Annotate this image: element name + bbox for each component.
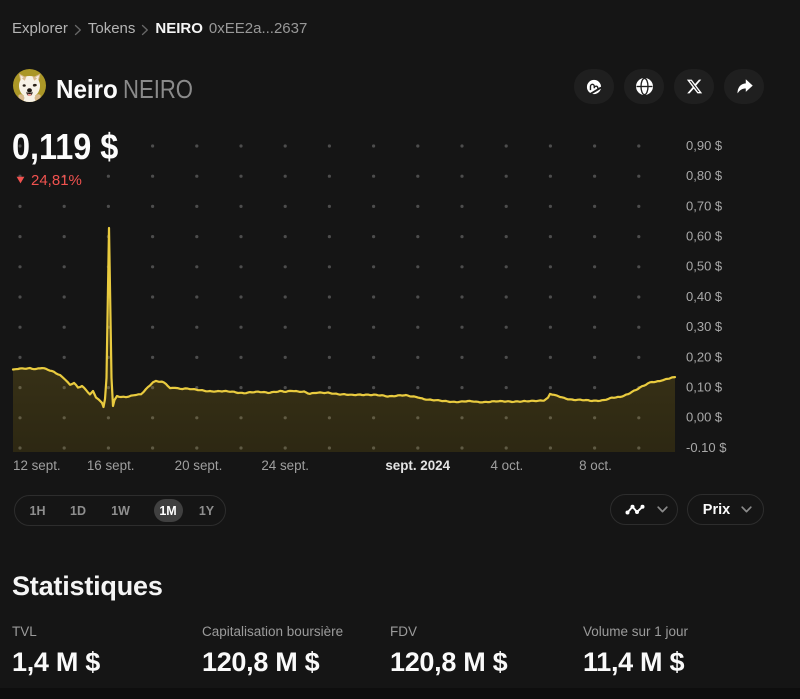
svg-text:0,60 $: 0,60 $: [686, 229, 723, 244]
svg-text:0,30 $: 0,30 $: [686, 319, 723, 334]
svg-text:-0.10 $: -0.10 $: [686, 440, 727, 455]
svg-text:0,50 $: 0,50 $: [686, 259, 723, 274]
svg-text:0,40 $: 0,40 $: [686, 289, 723, 304]
svg-text:0,70 $: 0,70 $: [686, 198, 723, 213]
svg-text:20 sept.: 20 sept.: [175, 458, 223, 473]
svg-text:0,00 $: 0,00 $: [686, 410, 723, 425]
svg-text:0,80 $: 0,80 $: [686, 168, 723, 183]
svg-text:0,10 $: 0,10 $: [686, 380, 723, 395]
svg-text:16 sept.: 16 sept.: [87, 458, 135, 473]
svg-text:4 oct.: 4 oct.: [491, 458, 524, 473]
svg-text:0,20 $: 0,20 $: [686, 349, 723, 364]
svg-text:8 oct.: 8 oct.: [579, 458, 612, 473]
svg-text:12 sept.: 12 sept.: [13, 458, 61, 473]
svg-text:sept. 2024: sept. 2024: [385, 458, 450, 473]
svg-text:24 sept.: 24 sept.: [261, 458, 309, 473]
svg-text:0,90 $: 0,90 $: [686, 138, 723, 153]
